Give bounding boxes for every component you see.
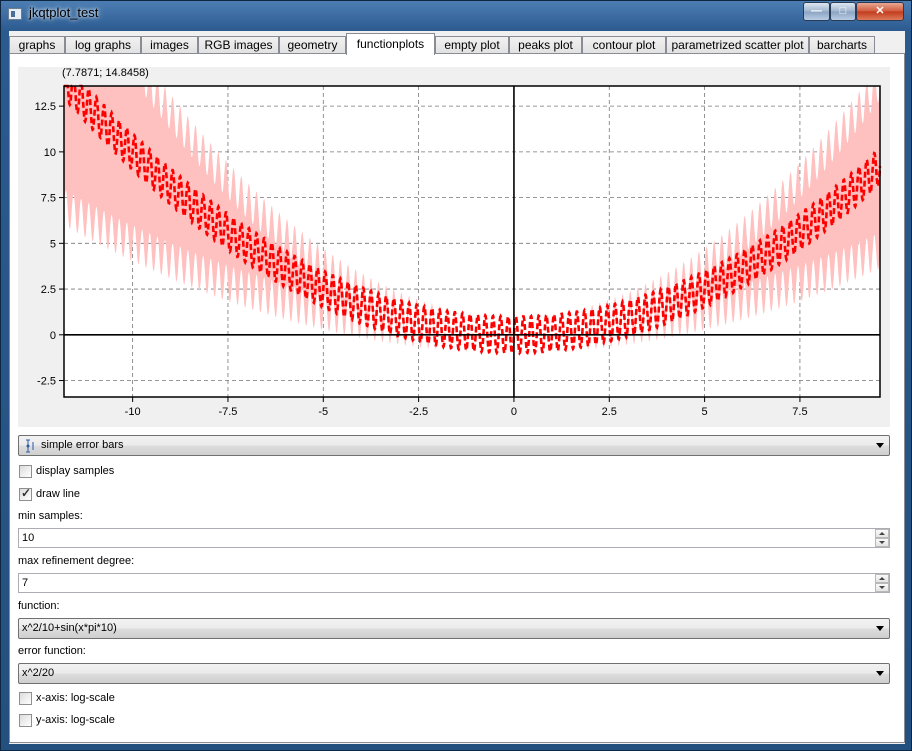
x-log-checkbox[interactable]: [19, 692, 32, 705]
y-tick-label: 2.5: [41, 284, 56, 296]
x-log-label[interactable]: x-axis: log-scale: [36, 692, 115, 704]
spin-up-icon[interactable]: [875, 529, 889, 538]
coordinate-readout: (7.7871; 14.8458): [62, 67, 149, 79]
tab-parametrized-scatter-plot[interactable]: parametrized scatter plot: [666, 36, 809, 54]
y-tick-label: 12.5: [35, 101, 56, 113]
maximize-button[interactable]: □: [830, 2, 856, 21]
y-tick-label: 10: [44, 147, 56, 159]
error-function-value: x^2/20: [22, 667, 55, 679]
error-style-value: simple error bars: [41, 439, 124, 451]
close-button[interactable]: ✕: [856, 2, 904, 21]
display-samples-checkbox[interactable]: [19, 465, 32, 478]
spin-up-icon[interactable]: [875, 574, 889, 583]
min-samples-spinbox[interactable]: 10: [18, 528, 890, 548]
x-tick-label: 0: [511, 406, 517, 418]
window-title: jkqtplot_test: [29, 5, 99, 20]
tab-rgb-images[interactable]: RGB images: [198, 36, 279, 54]
display-samples-label[interactable]: display samples: [36, 465, 114, 477]
close-icon: ✕: [875, 5, 885, 17]
max-refinement-label: max refinement degree:: [18, 555, 135, 567]
tab-images[interactable]: images: [141, 36, 198, 54]
title-bar[interactable]: jkqtplot_test — □ ✕: [1, 1, 911, 29]
minimize-button[interactable]: —: [803, 2, 830, 21]
tab-geometry[interactable]: geometry: [279, 36, 346, 54]
y-tick-label: 5: [50, 238, 56, 250]
minimize-icon: —: [811, 5, 822, 17]
draw-line-checkbox[interactable]: ✓: [19, 486, 32, 501]
maximize-icon: □: [839, 5, 847, 17]
y-log-checkbox[interactable]: [19, 714, 32, 727]
chevron-down-icon: [876, 443, 884, 448]
x-tick-label: -5: [318, 406, 328, 418]
spin-down-icon[interactable]: [875, 583, 889, 592]
tab-graphs[interactable]: graphs: [9, 36, 65, 54]
chevron-down-icon: [876, 671, 884, 676]
min-samples-label: min samples:: [18, 510, 83, 522]
tab-functionplots[interactable]: functionplots: [346, 33, 435, 55]
max-refinement-spinbox[interactable]: 7: [18, 573, 890, 593]
y-log-label[interactable]: y-axis: log-scale: [36, 714, 115, 726]
y-tick-label: 7.5: [41, 193, 56, 205]
x-tick-label: -2.5: [409, 406, 428, 418]
tab-peaks-plot[interactable]: peaks plot: [509, 36, 582, 54]
error-function-combo[interactable]: x^2/20: [18, 663, 890, 684]
max-refinement-value: 7: [22, 577, 29, 589]
function-label: function:: [18, 600, 60, 612]
spin-down-icon[interactable]: [875, 538, 889, 547]
error-style-combo[interactable]: simple error bars: [18, 435, 890, 456]
tab-barcharts[interactable]: barcharts: [809, 36, 875, 54]
plot-widget[interactable]: -10 -7.5 -5 -2.5 0 2.5 5 7.5 -2.5 0 2.5 5 7.5 10 12.5 …: [18, 67, 890, 427]
tab-log-graphs[interactable]: log graphs: [65, 36, 141, 54]
function-combo[interactable]: x^2/10+sin(x*pi*10): [18, 618, 890, 639]
tab-bar: graphs log graphs images RGB images geom…: [9, 33, 905, 55]
chevron-down-icon: [876, 626, 884, 631]
tab-contour-plot[interactable]: contour plot: [582, 36, 666, 54]
app-icon: [8, 8, 22, 20]
y-tick-label: -2.5: [37, 376, 56, 388]
x-tick-label: 5: [702, 406, 708, 418]
x-tick-label: 2.5: [602, 406, 617, 418]
error-bars-icon: [26, 439, 34, 453]
y-tick-label: 0: [50, 330, 56, 342]
function-plot[interactable]: -10 -7.5 -5 -2.5 0 2.5 5 7.5 -2.5 0 2.5 5 7.5 10 12.5: [18, 67, 890, 427]
x-tick-label: -10: [125, 406, 141, 418]
function-value: x^2/10+sin(x*pi*10): [22, 622, 117, 634]
error-function-label: error function:: [18, 645, 86, 657]
min-samples-value: 10: [22, 532, 35, 544]
checkmark-icon: ✓: [21, 486, 32, 500]
draw-line-label[interactable]: draw line: [36, 488, 80, 500]
x-tick-label: 7.5: [792, 406, 807, 418]
tab-empty-plot[interactable]: empty plot: [435, 36, 509, 54]
x-tick-label: -7.5: [218, 406, 237, 418]
